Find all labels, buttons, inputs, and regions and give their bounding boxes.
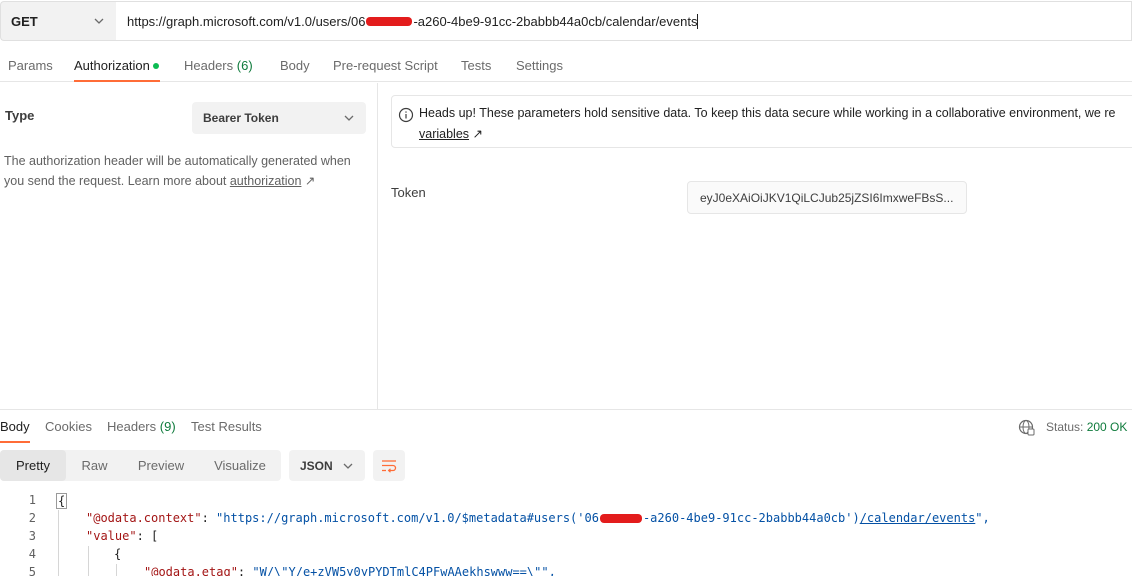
response-headers-label: Headers — [107, 419, 157, 434]
url-text-suffix: -a260-4be9-91cc-2babbb44a0cb/calendar/ev… — [413, 13, 698, 29]
url-input[interactable]: https://graph.microsoft.com/v1.0/users/0… — [116, 1, 1132, 41]
json-punctuation: { — [114, 547, 122, 561]
status-label: Status: — [1046, 420, 1084, 434]
request-tabs: Params Authorization Headers (6) Body Pr… — [0, 48, 1132, 82]
response-status: Status: 200 OK — [1046, 420, 1127, 434]
token-label: Token — [391, 185, 426, 200]
view-raw-button[interactable]: Raw — [66, 450, 123, 481]
code-line-content: { — [56, 493, 68, 509]
info-icon — [398, 107, 414, 123]
response-active-indicator — [0, 441, 30, 443]
json-string: "W/\"Y/e+zVW5y0yPYDTmlC4PFwAAekhswww==\"… — [252, 565, 556, 576]
tab-headers-label: Headers — [184, 58, 234, 73]
notice-variables: variables ↗ — [419, 126, 483, 141]
json-colon: : — [201, 511, 217, 525]
code-line-content: "@odata.context": "https://graph.microso… — [86, 511, 990, 525]
auth-description: The authorization header will be automat… — [4, 151, 372, 191]
chevron-down-icon — [343, 463, 353, 469]
authorization-learn-link[interactable]: authorization — [230, 174, 302, 188]
json-key: "value" — [86, 529, 137, 543]
tab-authorization[interactable]: Authorization — [74, 58, 159, 73]
json-string: -a260-4be9-91cc-2babbb44a0cb') — [642, 511, 860, 525]
code-line-content: { — [114, 547, 121, 561]
json-key: "@odata.etag" — [144, 565, 238, 576]
response-body-code[interactable]: 1 { 2 "@odata.context": "https://graph.m… — [0, 490, 1132, 576]
code-line-content: "value": [ — [86, 529, 158, 543]
json-key: "@odata.context" — [86, 511, 202, 525]
redaction-mark — [599, 514, 642, 523]
chevron-down-icon — [94, 18, 104, 24]
view-mode-segmented: Pretty Raw Preview Visualize — [0, 450, 281, 481]
auth-type-select[interactable]: Bearer Token — [192, 102, 366, 134]
code-line: 5 "@odata.etag": "W/\"Y/e+zVW5y0yPYDTmlC… — [0, 565, 1132, 576]
type-label: Type — [5, 108, 35, 123]
line-number: 1 — [28, 493, 36, 507]
code-line: 1 { — [0, 493, 1132, 511]
json-string-end: ", — [975, 511, 990, 525]
active-tab-indicator — [74, 80, 160, 82]
tab-prerequest-script[interactable]: Pre-request Script — [333, 58, 438, 73]
format-value: JSON — [300, 458, 333, 473]
code-line: 3 "value": [ — [0, 529, 1132, 547]
token-input[interactable]: eyJ0eXAiOiJKV1QiLCJub25jZSI6ImxweFBsS... — [687, 181, 967, 214]
network-globe-icon[interactable] — [1018, 419, 1035, 436]
sensitive-data-notice: Heads up! These parameters hold sensitiv… — [391, 95, 1132, 148]
line-number: 4 — [28, 547, 36, 561]
json-string: "https://graph.microsoft.com/v1.0/$metad… — [216, 511, 599, 525]
response-view-controls: Pretty Raw Preview Visualize JSON — [0, 450, 1132, 482]
view-pretty-button[interactable]: Pretty — [0, 450, 66, 481]
line-number: 2 — [28, 511, 36, 525]
view-visualize-button[interactable]: Visualize — [199, 450, 281, 481]
status-value: 200 OK — [1086, 420, 1128, 434]
text-cursor — [697, 13, 699, 29]
response-headers-count: (9) — [159, 419, 176, 434]
tab-authorization-label: Authorization — [74, 58, 150, 73]
view-preview-button[interactable]: Preview — [123, 450, 199, 481]
format-select[interactable]: JSON — [289, 450, 365, 481]
method-select[interactable]: GET — [0, 1, 116, 41]
wrap-lines-icon — [382, 460, 397, 473]
json-colon: : — [237, 565, 253, 576]
headers-count: (6) — [236, 58, 253, 73]
wrap-lines-button[interactable] — [373, 450, 405, 481]
external-link-icon: ↗ — [304, 174, 316, 188]
code-line: 2 "@odata.context": "https://graph.micro… — [0, 511, 1132, 529]
method-label: GET — [11, 13, 38, 29]
json-punctuation: : [ — [136, 529, 159, 543]
response-tab-headers[interactable]: Headers (9) — [107, 419, 176, 434]
code-line-content: "@odata.etag": "W/\"Y/e+zVW5y0yPYDTmlC4P… — [144, 565, 556, 576]
request-url-bar: GET https://graph.microsoft.com/v1.0/use… — [0, 0, 1132, 42]
code-link[interactable]: /calendar/events — [860, 511, 976, 525]
tab-body[interactable]: Body — [280, 58, 310, 73]
tab-tests[interactable]: Tests — [461, 58, 491, 73]
line-number: 3 — [28, 529, 36, 543]
auth-type-pane: Type Bearer Token The authorization head… — [0, 83, 378, 409]
line-number: 5 — [28, 565, 36, 576]
redaction-mark — [366, 16, 413, 26]
response-tab-test-results[interactable]: Test Results — [191, 419, 262, 434]
url-text-prefix: https://graph.microsoft.com/v1.0/users/0… — [127, 13, 366, 29]
variables-link[interactable]: variables — [419, 127, 469, 141]
tab-settings[interactable]: Settings — [516, 58, 563, 73]
code-line: 4 { — [0, 547, 1132, 565]
chevron-down-icon — [344, 115, 354, 121]
auth-type-value: Bearer Token — [203, 111, 279, 125]
open-brace: { — [56, 493, 68, 509]
token-value: eyJ0eXAiOiJKV1QiLCJub25jZSI6ImxweFBsS... — [700, 190, 954, 205]
tab-headers[interactable]: Headers (6) — [184, 58, 253, 73]
response-tab-cookies[interactable]: Cookies — [45, 419, 92, 434]
active-dot-icon — [152, 62, 159, 69]
response-tabs: Body Cookies Headers (9) Test Results St… — [0, 409, 1132, 443]
tab-params[interactable]: Params — [8, 58, 53, 73]
response-tab-body[interactable]: Body — [0, 419, 30, 434]
notice-text: Heads up! These parameters hold sensitiv… — [419, 106, 1116, 120]
external-link-icon: ↗ — [472, 127, 483, 141]
